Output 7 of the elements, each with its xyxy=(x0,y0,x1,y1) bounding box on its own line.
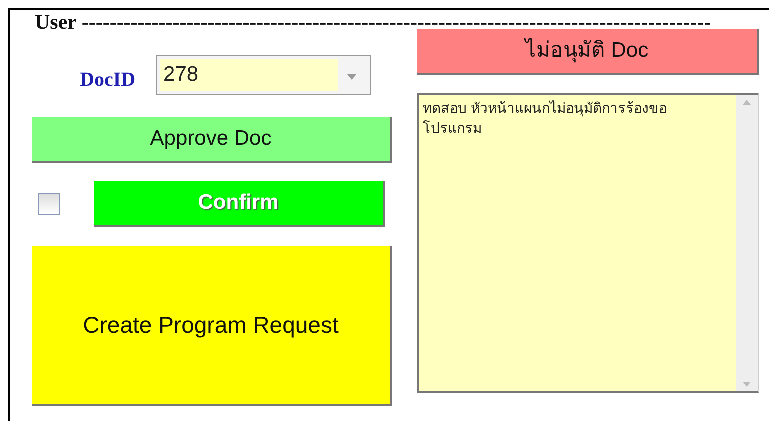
create-request-button[interactable]: Create Program Request xyxy=(32,246,392,406)
docid-label: DocID xyxy=(80,68,136,93)
comment-textarea[interactable]: ทดสอบ หัวหน้าแผนกไม่อนุมัติการร้องขอโปรแกรม xyxy=(417,93,759,393)
reject-button[interactable]: ไม่อนุมัติ Doc xyxy=(417,29,759,75)
confirm-checkbox[interactable] xyxy=(38,193,60,215)
docid-combobox[interactable]: 278 xyxy=(156,55,371,95)
approve-button[interactable]: Approve Doc xyxy=(32,117,392,163)
